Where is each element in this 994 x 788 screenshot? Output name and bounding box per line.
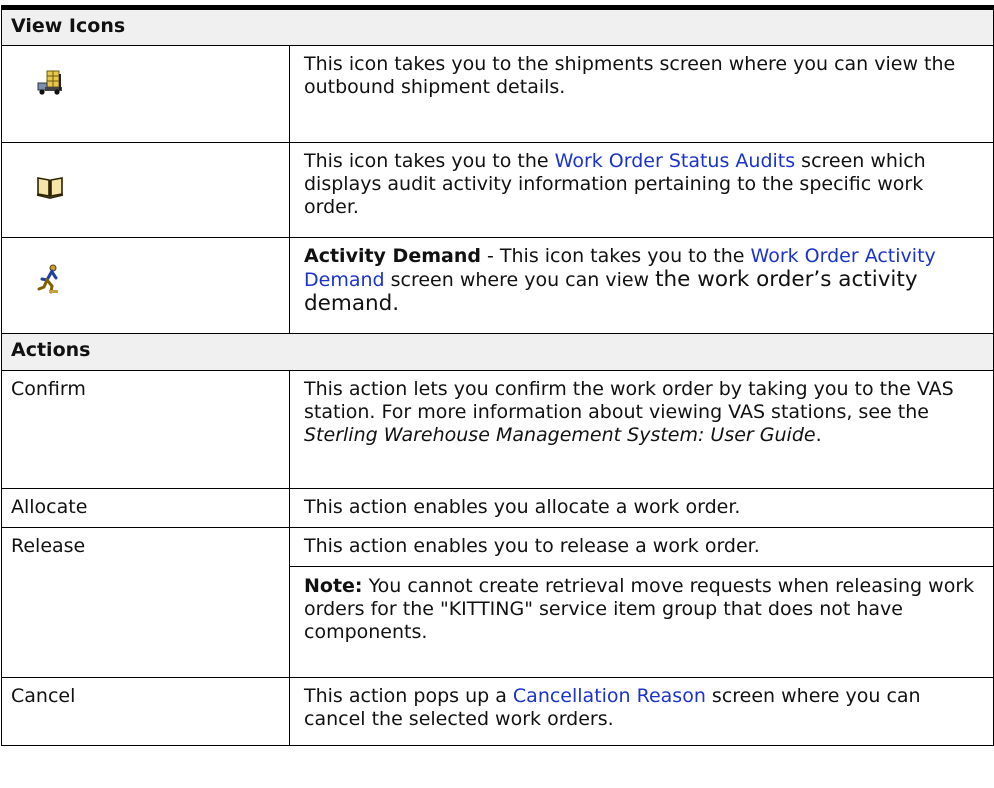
cancellation-reason-link[interactable]: Cancellation Reason xyxy=(513,685,706,707)
icon-cell xyxy=(1,45,290,143)
action-name: Confirm xyxy=(11,378,86,400)
table-row: Activity Demand - This icon takes you to… xyxy=(1,237,994,334)
icon-cell xyxy=(1,237,290,334)
section-header-actions: Actions xyxy=(1,333,994,371)
action-name: Allocate xyxy=(11,496,88,518)
action-name: Cancel xyxy=(11,685,76,707)
description-cell: Activity Demand - This icon takes you to… xyxy=(289,237,994,334)
book-icon[interactable] xyxy=(36,175,64,205)
action-name-cell: Cancel xyxy=(1,677,290,746)
action-name-cell: Release xyxy=(1,527,290,678)
description-cell: This action enables you to release a wor… xyxy=(289,527,994,678)
description-cell: This action enables you allocate a work … xyxy=(289,488,994,528)
shipment-truck-icon[interactable] xyxy=(36,70,64,102)
activity-demand-icon[interactable] xyxy=(36,264,62,300)
work-order-status-audits-link[interactable]: Work Order Status Audits xyxy=(555,150,796,172)
release-note: Note: You cannot create retrieval move r… xyxy=(290,566,993,644)
description-cell: This action pops up a Cancellation Reaso… xyxy=(289,677,994,746)
action-name-cell: Confirm xyxy=(1,370,290,489)
description-cell: This icon takes you to the shipments scr… xyxy=(289,45,994,143)
icon-cell xyxy=(1,142,290,238)
table-row: Cancel This action pops up a Cancellatio… xyxy=(1,677,994,746)
description-cell: This icon takes you to the Work Order St… xyxy=(289,142,994,238)
table-row: Allocate This action enables you allocat… xyxy=(1,488,994,528)
table-row: This icon takes you to the shipments scr… xyxy=(1,45,994,143)
description-cell: This action lets you confirm the work or… xyxy=(289,370,994,489)
reference-table: View Icons This icon takes you to the sh… xyxy=(1,5,994,746)
release-description: This action enables you to release a wor… xyxy=(304,535,760,557)
table-row: Release This action enables you to relea… xyxy=(1,527,994,678)
table-row: This icon takes you to the Work Order St… xyxy=(1,142,994,238)
action-name-cell: Allocate xyxy=(1,488,290,528)
section-header-view-icons: View Icons xyxy=(1,5,994,46)
action-name: Release xyxy=(11,535,86,557)
table-row: Confirm This action lets you confirm the… xyxy=(1,370,994,489)
